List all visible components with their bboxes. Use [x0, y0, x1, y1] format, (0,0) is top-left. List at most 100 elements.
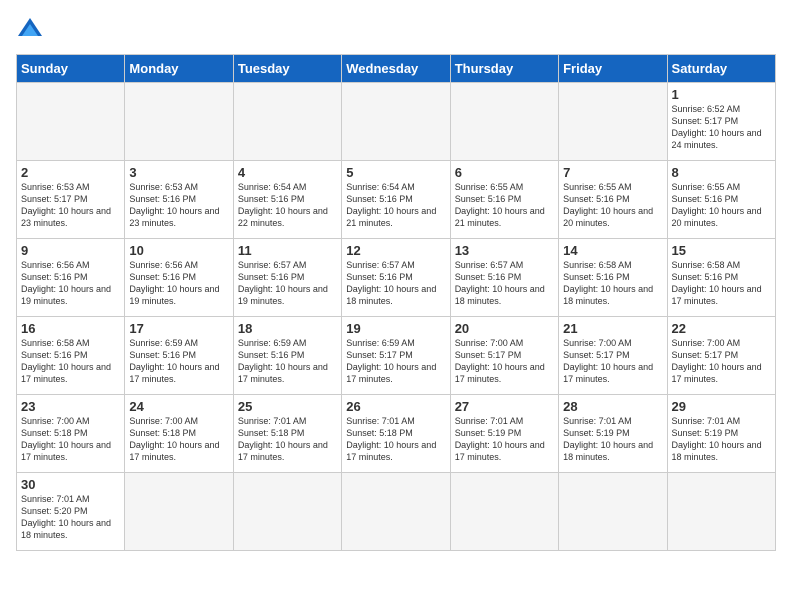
header-cell-saturday: Saturday [667, 55, 775, 83]
calendar-cell [125, 83, 233, 161]
calendar-row: 16Sunrise: 6:58 AM Sunset: 5:16 PM Dayli… [17, 317, 776, 395]
day-info: Sunrise: 6:55 AM Sunset: 5:16 PM Dayligh… [563, 181, 662, 230]
day-number: 16 [21, 321, 120, 336]
day-number: 18 [238, 321, 337, 336]
page: SundayMondayTuesdayWednesdayThursdayFrid… [0, 0, 792, 612]
calendar-cell: 9Sunrise: 6:56 AM Sunset: 5:16 PM Daylig… [17, 239, 125, 317]
day-info: Sunrise: 6:54 AM Sunset: 5:16 PM Dayligh… [346, 181, 445, 230]
calendar-cell: 29Sunrise: 7:01 AM Sunset: 5:19 PM Dayli… [667, 395, 775, 473]
logo-icon [16, 16, 44, 44]
day-info: Sunrise: 6:57 AM Sunset: 5:16 PM Dayligh… [455, 259, 554, 308]
day-number: 10 [129, 243, 228, 258]
calendar-cell: 10Sunrise: 6:56 AM Sunset: 5:16 PM Dayli… [125, 239, 233, 317]
calendar-header: SundayMondayTuesdayWednesdayThursdayFrid… [17, 55, 776, 83]
day-number: 13 [455, 243, 554, 258]
calendar-cell [342, 473, 450, 551]
day-info: Sunrise: 6:54 AM Sunset: 5:16 PM Dayligh… [238, 181, 337, 230]
calendar-cell [342, 83, 450, 161]
day-info: Sunrise: 6:55 AM Sunset: 5:16 PM Dayligh… [455, 181, 554, 230]
calendar-body: 1Sunrise: 6:52 AM Sunset: 5:17 PM Daylig… [17, 83, 776, 551]
calendar-cell: 4Sunrise: 6:54 AM Sunset: 5:16 PM Daylig… [233, 161, 341, 239]
calendar-cell: 15Sunrise: 6:58 AM Sunset: 5:16 PM Dayli… [667, 239, 775, 317]
calendar-cell: 21Sunrise: 7:00 AM Sunset: 5:17 PM Dayli… [559, 317, 667, 395]
day-number: 22 [672, 321, 771, 336]
day-info: Sunrise: 6:56 AM Sunset: 5:16 PM Dayligh… [21, 259, 120, 308]
calendar-row: 30Sunrise: 7:01 AM Sunset: 5:20 PM Dayli… [17, 473, 776, 551]
day-info: Sunrise: 7:01 AM Sunset: 5:20 PM Dayligh… [21, 493, 120, 542]
day-number: 23 [21, 399, 120, 414]
calendar-cell: 17Sunrise: 6:59 AM Sunset: 5:16 PM Dayli… [125, 317, 233, 395]
calendar-cell [667, 473, 775, 551]
calendar-cell: 25Sunrise: 7:01 AM Sunset: 5:18 PM Dayli… [233, 395, 341, 473]
day-number: 6 [455, 165, 554, 180]
day-info: Sunrise: 6:58 AM Sunset: 5:16 PM Dayligh… [563, 259, 662, 308]
day-info: Sunrise: 6:59 AM Sunset: 5:16 PM Dayligh… [129, 337, 228, 386]
calendar-cell [450, 83, 558, 161]
calendar-cell [450, 473, 558, 551]
day-info: Sunrise: 7:00 AM Sunset: 5:17 PM Dayligh… [455, 337, 554, 386]
day-number: 15 [672, 243, 771, 258]
calendar-cell [233, 83, 341, 161]
calendar-cell: 11Sunrise: 6:57 AM Sunset: 5:16 PM Dayli… [233, 239, 341, 317]
header-cell-sunday: Sunday [17, 55, 125, 83]
day-number: 1 [672, 87, 771, 102]
day-number: 14 [563, 243, 662, 258]
day-number: 20 [455, 321, 554, 336]
header-cell-thursday: Thursday [450, 55, 558, 83]
day-number: 8 [672, 165, 771, 180]
day-number: 7 [563, 165, 662, 180]
day-number: 5 [346, 165, 445, 180]
day-info: Sunrise: 6:57 AM Sunset: 5:16 PM Dayligh… [346, 259, 445, 308]
calendar-cell: 16Sunrise: 6:58 AM Sunset: 5:16 PM Dayli… [17, 317, 125, 395]
day-number: 24 [129, 399, 228, 414]
day-number: 21 [563, 321, 662, 336]
day-info: Sunrise: 6:56 AM Sunset: 5:16 PM Dayligh… [129, 259, 228, 308]
calendar-cell: 28Sunrise: 7:01 AM Sunset: 5:19 PM Dayli… [559, 395, 667, 473]
day-number: 26 [346, 399, 445, 414]
day-number: 27 [455, 399, 554, 414]
calendar-cell: 18Sunrise: 6:59 AM Sunset: 5:16 PM Dayli… [233, 317, 341, 395]
calendar-cell [233, 473, 341, 551]
day-info: Sunrise: 6:58 AM Sunset: 5:16 PM Dayligh… [672, 259, 771, 308]
calendar-table: SundayMondayTuesdayWednesdayThursdayFrid… [16, 54, 776, 551]
day-info: Sunrise: 7:01 AM Sunset: 5:19 PM Dayligh… [563, 415, 662, 464]
day-info: Sunrise: 7:01 AM Sunset: 5:19 PM Dayligh… [672, 415, 771, 464]
day-number: 11 [238, 243, 337, 258]
calendar-cell: 27Sunrise: 7:01 AM Sunset: 5:19 PM Dayli… [450, 395, 558, 473]
logo [16, 16, 48, 44]
calendar-row: 23Sunrise: 7:00 AM Sunset: 5:18 PM Dayli… [17, 395, 776, 473]
day-number: 28 [563, 399, 662, 414]
day-info: Sunrise: 6:55 AM Sunset: 5:16 PM Dayligh… [672, 181, 771, 230]
calendar-cell [559, 83, 667, 161]
header-cell-monday: Monday [125, 55, 233, 83]
day-number: 29 [672, 399, 771, 414]
header-cell-friday: Friday [559, 55, 667, 83]
calendar-cell: 5Sunrise: 6:54 AM Sunset: 5:16 PM Daylig… [342, 161, 450, 239]
calendar-cell: 12Sunrise: 6:57 AM Sunset: 5:16 PM Dayli… [342, 239, 450, 317]
day-number: 9 [21, 243, 120, 258]
calendar-cell: 26Sunrise: 7:01 AM Sunset: 5:18 PM Dayli… [342, 395, 450, 473]
day-number: 2 [21, 165, 120, 180]
calendar-cell: 20Sunrise: 7:00 AM Sunset: 5:17 PM Dayli… [450, 317, 558, 395]
day-number: 3 [129, 165, 228, 180]
calendar-cell: 1Sunrise: 6:52 AM Sunset: 5:17 PM Daylig… [667, 83, 775, 161]
calendar-cell [125, 473, 233, 551]
calendar-row: 1Sunrise: 6:52 AM Sunset: 5:17 PM Daylig… [17, 83, 776, 161]
calendar-cell: 30Sunrise: 7:01 AM Sunset: 5:20 PM Dayli… [17, 473, 125, 551]
calendar-cell: 8Sunrise: 6:55 AM Sunset: 5:16 PM Daylig… [667, 161, 775, 239]
calendar-cell: 24Sunrise: 7:00 AM Sunset: 5:18 PM Dayli… [125, 395, 233, 473]
header-cell-wednesday: Wednesday [342, 55, 450, 83]
day-info: Sunrise: 6:53 AM Sunset: 5:16 PM Dayligh… [129, 181, 228, 230]
day-info: Sunrise: 6:52 AM Sunset: 5:17 PM Dayligh… [672, 103, 771, 152]
day-number: 4 [238, 165, 337, 180]
calendar-cell: 23Sunrise: 7:00 AM Sunset: 5:18 PM Dayli… [17, 395, 125, 473]
day-info: Sunrise: 7:00 AM Sunset: 5:17 PM Dayligh… [672, 337, 771, 386]
day-info: Sunrise: 7:01 AM Sunset: 5:18 PM Dayligh… [346, 415, 445, 464]
day-info: Sunrise: 6:59 AM Sunset: 5:17 PM Dayligh… [346, 337, 445, 386]
calendar-cell: 3Sunrise: 6:53 AM Sunset: 5:16 PM Daylig… [125, 161, 233, 239]
calendar-cell: 6Sunrise: 6:55 AM Sunset: 5:16 PM Daylig… [450, 161, 558, 239]
calendar-cell: 22Sunrise: 7:00 AM Sunset: 5:17 PM Dayli… [667, 317, 775, 395]
calendar-cell [17, 83, 125, 161]
day-info: Sunrise: 7:00 AM Sunset: 5:18 PM Dayligh… [21, 415, 120, 464]
calendar-cell: 13Sunrise: 6:57 AM Sunset: 5:16 PM Dayli… [450, 239, 558, 317]
